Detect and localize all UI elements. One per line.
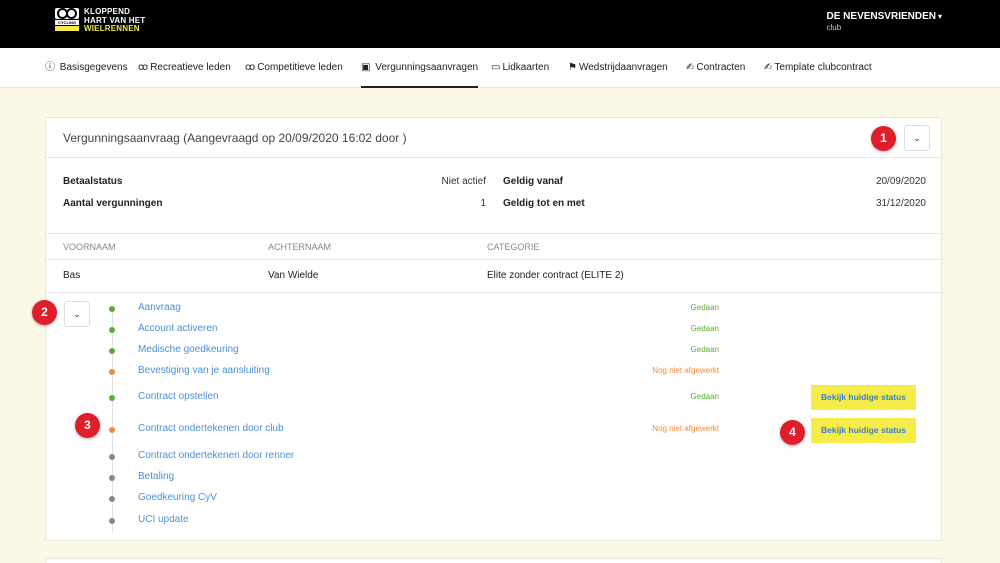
- card-icon: ▭: [491, 62, 501, 73]
- annotation-marker-3: 3: [75, 413, 100, 438]
- tab-competitieve-leden[interactable]: ꝏ Competitieve leden: [245, 48, 343, 88]
- step-account-activeren: Account activeren Gedaan: [46, 322, 943, 338]
- betaalstatus-value: Niet actief: [441, 176, 486, 187]
- info-icon: ⓘ: [45, 62, 55, 73]
- step-contract-ondertekenen-club: Contract ondertekenen door club Nog niet…: [46, 422, 943, 438]
- step-link[interactable]: UCI update: [138, 514, 189, 525]
- step-link[interactable]: Betaling: [138, 471, 174, 482]
- tab-template-clubcontract[interactable]: ✍ Template clubcontract: [764, 48, 872, 88]
- step-status: Gedaan: [690, 345, 719, 354]
- step-link[interactable]: Contract ondertekenen door club: [138, 423, 284, 434]
- collapse-card-button[interactable]: ⌄: [904, 125, 930, 151]
- next-card: [45, 558, 942, 563]
- tab-contracten[interactable]: ✍ Contracten: [686, 48, 745, 88]
- step-betaling: Betaling: [46, 470, 943, 486]
- step-link[interactable]: Account activeren: [138, 323, 218, 334]
- betaalstatus-label: Betaalstatus: [63, 176, 123, 187]
- annotation-marker-4: 4: [780, 420, 805, 445]
- column-header-voornaam: VOORNAAM: [63, 242, 116, 252]
- sign-icon: ✍: [686, 62, 695, 73]
- card-title: Vergunningsaanvraag (Aangevraagd op 20/0…: [63, 131, 407, 145]
- aantal-label: Aantal vergunningen: [63, 198, 163, 209]
- logo[interactable]: CYCLING KLOPPEND HART VAN HET WIELRENNEN: [55, 7, 146, 34]
- step-uci-update: UCI update: [46, 513, 943, 529]
- status-dot: [109, 475, 115, 481]
- club-name: DE NEVENSVRIENDEN: [826, 11, 936, 22]
- aantal-value: 1: [480, 198, 486, 209]
- step-link[interactable]: Contract opstellen: [138, 391, 219, 402]
- tab-bar: ⓘ Basisgegevens ꝏ Recreatieve leden ꝏ Comp…: [0, 48, 1000, 88]
- geldig-tot-label: Geldig tot en met: [503, 198, 585, 209]
- top-bar: CYCLING KLOPPEND HART VAN HET WIELRENNEN…: [0, 0, 1000, 48]
- status-dot: [109, 327, 115, 333]
- step-link[interactable]: Contract ondertekenen door renner: [138, 450, 294, 461]
- column-header-achternaam: ACHTERNAAM: [268, 242, 332, 252]
- cell-categorie: Elite zonder contract (ELITE 2): [487, 270, 624, 281]
- step-medische-goedkeuring: Medische goedkeuring Gedaan: [46, 343, 943, 359]
- bike-icon: ꝏ: [138, 62, 149, 73]
- cycling-logo-icon: CYCLING: [55, 8, 79, 32]
- step-status: Nog niet afgewerkt: [652, 424, 719, 433]
- flag-icon: ⚑: [568, 62, 577, 73]
- status-dot: [109, 306, 115, 312]
- tab-recreatieve-leden[interactable]: ꝏ Recreatieve leden: [138, 48, 231, 88]
- step-contract-ondertekenen-renner: Contract ondertekenen door renner: [46, 449, 943, 465]
- step-status: Nog niet afgewerkt: [652, 366, 719, 375]
- club-switcher[interactable]: DE NEVENSVRIENDEN ▾ club: [827, 11, 942, 32]
- step-bevestiging-aansluiting: Bevestiging van je aansluiting Nog niet …: [46, 364, 943, 380]
- step-link[interactable]: Medische goedkeuring: [138, 344, 239, 355]
- step-aanvraag: Aanvraag Gedaan: [46, 301, 943, 317]
- club-subtitle: club: [826, 23, 842, 32]
- status-dot: [109, 395, 115, 401]
- bike-icon: ꝏ: [245, 62, 256, 73]
- step-goedkeuring-cyv: Goedkeuring CyV: [46, 491, 943, 507]
- chevron-down-icon: ⌄: [913, 133, 921, 143]
- column-header-categorie: CATEGORIE: [487, 242, 540, 252]
- geldig-tot-value: 31/12/2020: [875, 198, 926, 209]
- caret-down-icon: ▾: [937, 12, 942, 21]
- step-contract-opstellen: Contract opstellen Gedaan: [46, 390, 943, 406]
- sign-icon: ✍: [764, 62, 773, 73]
- logo-text: KLOPPEND HART VAN HET WIELRENNEN: [84, 7, 146, 33]
- geldig-vanaf-value: 20/09/2020: [875, 176, 926, 187]
- status-dot: [109, 369, 115, 375]
- cell-achternaam: Van Wielde: [268, 270, 319, 281]
- view-status-button[interactable]: Bekijk huidige status: [811, 418, 916, 443]
- cell-voornaam: Bas: [63, 270, 81, 281]
- status-dot: [109, 496, 115, 502]
- step-link[interactable]: Aanvraag: [138, 302, 181, 313]
- tab-wedstrijdaanvragen[interactable]: ⚑ Wedstrijdaanvragen: [568, 48, 668, 88]
- step-status: Gedaan: [690, 392, 719, 401]
- step-status: Gedaan: [690, 324, 719, 333]
- status-dot: [109, 518, 115, 524]
- status-dot: [109, 454, 115, 460]
- badge-icon: ▣: [361, 62, 371, 73]
- step-link[interactable]: Bevestiging van je aansluiting: [138, 365, 270, 376]
- tab-basisgegevens[interactable]: ⓘ Basisgegevens: [45, 48, 128, 88]
- tab-lidkaarten[interactable]: ▭ Lidkaarten: [491, 48, 549, 88]
- annotation-marker-2: 2: [32, 300, 57, 325]
- geldig-vanaf-label: Geldig vanaf: [503, 176, 564, 187]
- step-link[interactable]: Goedkeuring CyV: [138, 492, 217, 503]
- view-status-button[interactable]: Bekijk huidige status: [811, 385, 916, 410]
- status-dot: [109, 348, 115, 354]
- status-dot: [109, 427, 115, 433]
- tab-vergunningsaanvragen[interactable]: ▣ Vergunningsaanvragen: [361, 48, 479, 88]
- license-request-card: Vergunningsaanvraag (Aangevraagd op 20/0…: [45, 117, 943, 541]
- step-status: Gedaan: [690, 303, 719, 312]
- annotation-marker-1: 1: [871, 126, 896, 151]
